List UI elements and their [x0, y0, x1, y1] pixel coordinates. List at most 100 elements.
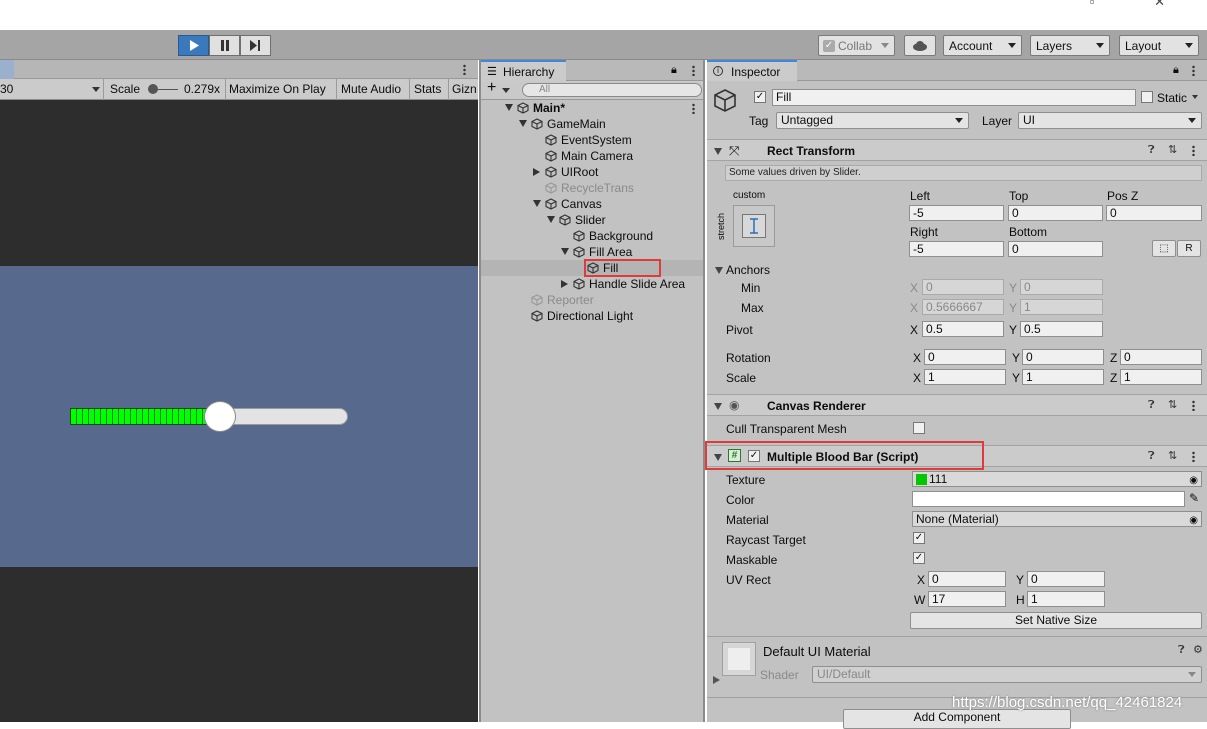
raw-edit-button[interactable]: R [1177, 240, 1201, 257]
chevron-down-icon[interactable] [502, 88, 510, 93]
layers-dropdown[interactable]: Layers [1030, 35, 1110, 56]
uv-h-input[interactable]: 1 [1027, 591, 1105, 607]
rect-transform-header[interactable]: ⤧ Rect Transform ❓︎ ⇅ [707, 139, 1207, 161]
hierarchy-item[interactable]: Handle Slide Area [481, 276, 703, 292]
collab-button[interactable]: ✓ Collab [818, 35, 895, 56]
chevron-down-icon[interactable] [547, 216, 555, 223]
gear-icon[interactable]: ⚙ [1193, 643, 1203, 656]
material-field[interactable]: None (Material) ◉ [912, 511, 1202, 527]
account-dropdown[interactable]: Account [943, 35, 1022, 56]
hierarchy-item[interactable]: Fill Area [481, 244, 703, 260]
chevron-right-icon[interactable] [533, 168, 540, 176]
chevron-down-icon[interactable] [715, 267, 723, 274]
layer-dropdown[interactable]: UI [1018, 112, 1202, 129]
kebab-menu-icon[interactable] [1192, 65, 1195, 76]
uv-w-input[interactable]: 17 [928, 591, 1006, 607]
play-button[interactable] [178, 35, 209, 56]
preset-icon[interactable]: ⇅ [1168, 143, 1177, 156]
hierarchy-item[interactable]: Reporter [481, 292, 703, 308]
chevron-down-icon[interactable] [561, 248, 569, 255]
canvas-renderer-header[interactable]: ◉ Canvas Renderer ❓︎ ⇅ [707, 394, 1207, 416]
help-icon[interactable]: ❓︎ [1148, 399, 1155, 412]
hierarchy-item[interactable]: Slider [481, 212, 703, 228]
chevron-down-icon[interactable] [1192, 95, 1198, 99]
resolution-dropdown[interactable]: 30 [0, 82, 13, 96]
kebab-menu-icon[interactable] [1192, 145, 1195, 156]
set-native-size-button[interactable]: Set Native Size [910, 612, 1202, 629]
object-picker-icon[interactable]: ◉ [1189, 474, 1198, 486]
inspector-tab[interactable]: i Inspector [707, 60, 797, 81]
help-icon[interactable]: ❓︎ [1148, 450, 1155, 463]
gizmos-toggle[interactable]: Gizn [452, 82, 478, 96]
hierarchy-item[interactable]: GameMain [481, 116, 703, 132]
window-controls[interactable]: ▫ ✕ [1090, 0, 1193, 10]
kebab-menu-icon[interactable] [1192, 451, 1195, 462]
add-component-button[interactable]: Add Component [843, 709, 1071, 729]
active-checkbox[interactable]: ✓ [754, 91, 766, 103]
hierarchy-item[interactable]: Fill [481, 259, 703, 277]
hierarchy-search-input[interactable]: All [522, 83, 702, 97]
preset-icon[interactable]: ⇅ [1168, 449, 1177, 462]
hierarchy-tab[interactable]: ☰ Hierarchy [481, 60, 566, 81]
help-icon[interactable]: ❓︎ [1178, 644, 1185, 657]
tag-dropdown[interactable]: Untagged [776, 112, 969, 129]
pause-button[interactable] [209, 35, 240, 56]
hierarchy-item[interactable]: EventSystem [481, 132, 703, 148]
cloud-button[interactable] [904, 35, 936, 56]
hierarchy-item[interactable]: UIRoot [481, 164, 703, 180]
kebab-menu-icon[interactable] [463, 64, 466, 75]
cull-mesh-checkbox[interactable] [913, 422, 925, 434]
texture-field[interactable]: 111 ◉ [912, 471, 1202, 487]
uv-x-input[interactable]: 0 [928, 571, 1006, 587]
mute-audio-toggle[interactable]: Mute Audio [341, 82, 401, 96]
stats-toggle[interactable]: Stats [414, 82, 441, 96]
rotation-z-input[interactable]: 0 [1120, 349, 1202, 365]
anchor-preset-button[interactable] [733, 205, 775, 247]
chevron-right-icon[interactable] [713, 676, 720, 684]
scale-y-input[interactable]: 1 [1022, 369, 1104, 385]
add-icon[interactable]: + [487, 79, 496, 97]
chevron-right-icon[interactable] [561, 280, 568, 288]
layout-dropdown[interactable]: Layout [1119, 35, 1199, 56]
chevron-down-icon[interactable] [519, 120, 527, 127]
kebab-menu-icon[interactable] [692, 65, 695, 76]
scale-slider-thumb[interactable] [148, 84, 158, 94]
pivot-y-input[interactable]: 0.5 [1020, 321, 1103, 337]
rotation-y-input[interactable]: 0 [1022, 349, 1104, 365]
posz-input[interactable]: 0 [1106, 205, 1202, 221]
chevron-down-icon[interactable] [505, 104, 513, 111]
left-input[interactable]: -5 [909, 205, 1004, 221]
raycast-checkbox[interactable]: ✓ [913, 532, 925, 544]
kebab-menu-icon[interactable] [1192, 400, 1195, 411]
hierarchy-item[interactable]: Main* [481, 100, 703, 116]
eyedropper-icon[interactable]: ✎ [1189, 491, 1199, 505]
lock-icon[interactable]: 🔒︎ [1173, 64, 1179, 77]
slider-handle[interactable] [204, 401, 237, 432]
static-checkbox[interactable] [1141, 91, 1153, 103]
hierarchy-item[interactable]: Main Camera [481, 148, 703, 164]
chevron-down-icon[interactable] [533, 200, 541, 207]
lock-icon[interactable]: 🔒︎ [671, 64, 677, 77]
hierarchy-item[interactable]: Directional Light [481, 308, 703, 324]
maskable-checkbox[interactable]: ✓ [913, 552, 925, 564]
object-picker-icon[interactable]: ◉ [1189, 514, 1198, 526]
anchors-label[interactable]: Anchors [726, 263, 770, 277]
step-button[interactable] [240, 35, 271, 56]
object-name-input[interactable]: Fill [772, 89, 1136, 106]
pivot-x-input[interactable]: 0.5 [922, 321, 1004, 337]
scale-z-input[interactable]: 1 [1120, 369, 1202, 385]
kebab-menu-icon[interactable] [692, 103, 695, 114]
color-swatch[interactable] [912, 491, 1185, 507]
bottom-input[interactable]: 0 [1008, 241, 1103, 257]
hierarchy-item[interactable]: Canvas [481, 196, 703, 212]
hierarchy-item[interactable]: Background [481, 228, 703, 244]
right-input[interactable]: -5 [909, 241, 1004, 257]
help-icon[interactable]: ❓︎ [1148, 144, 1155, 157]
scale-x-input[interactable]: 1 [924, 369, 1006, 385]
uv-y-input[interactable]: 0 [1027, 571, 1105, 587]
hierarchy-item[interactable]: RecycleTrans [481, 180, 703, 196]
game-tab[interactable] [0, 60, 14, 79]
preset-icon[interactable]: ⇅ [1168, 398, 1177, 411]
top-input[interactable]: 0 [1008, 205, 1103, 221]
maximize-on-play-toggle[interactable]: Maximize On Play [229, 82, 326, 96]
